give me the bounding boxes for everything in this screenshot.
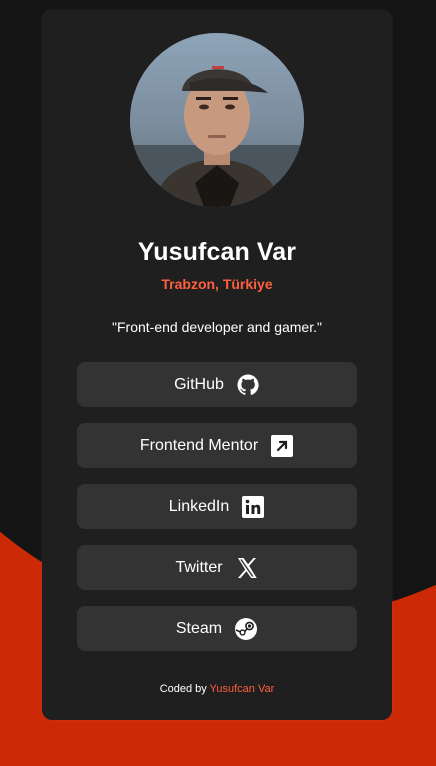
- footer-author-link[interactable]: Yusufcan Var: [210, 683, 275, 695]
- steam-link-button[interactable]: Steam: [77, 606, 357, 651]
- steam-icon: [234, 617, 258, 641]
- footer-prefix: Coded by: [159, 683, 207, 695]
- github-link-label: GitHub: [174, 375, 224, 393]
- social-links-list: GitHub Frontend Mentor LinkedIn Twitter …: [77, 362, 357, 667]
- avatar: [130, 33, 304, 207]
- avatar-photo: [130, 33, 304, 207]
- twitter-link-button[interactable]: Twitter: [77, 545, 357, 590]
- footer-credit: Coded by Yusufcan Var: [42, 683, 392, 695]
- linkedin-link-button[interactable]: LinkedIn: [77, 484, 357, 529]
- profile-bio: "Front-end developer and gamer.": [112, 319, 322, 335]
- profile-card: Yusufcan Var Trabzon, Türkiye "Front-end…: [42, 10, 392, 720]
- linkedin-icon: [241, 495, 265, 519]
- profile-location: Trabzon, Türkiye: [161, 276, 273, 292]
- github-link-button[interactable]: GitHub: [77, 362, 357, 407]
- steam-link-label: Steam: [175, 619, 223, 637]
- twitter-link-label: Twitter: [175, 558, 223, 576]
- frontend-mentor-link-label: Frontend Mentor: [139, 436, 259, 454]
- profile-name: Yusufcan Var: [137, 238, 297, 266]
- frontend-mentor-link-button[interactable]: Frontend Mentor: [77, 423, 357, 468]
- frontend-mentor-icon: [270, 434, 294, 458]
- x-icon: [235, 556, 259, 580]
- linkedin-link-label: LinkedIn: [168, 497, 230, 515]
- github-icon: [236, 373, 260, 397]
